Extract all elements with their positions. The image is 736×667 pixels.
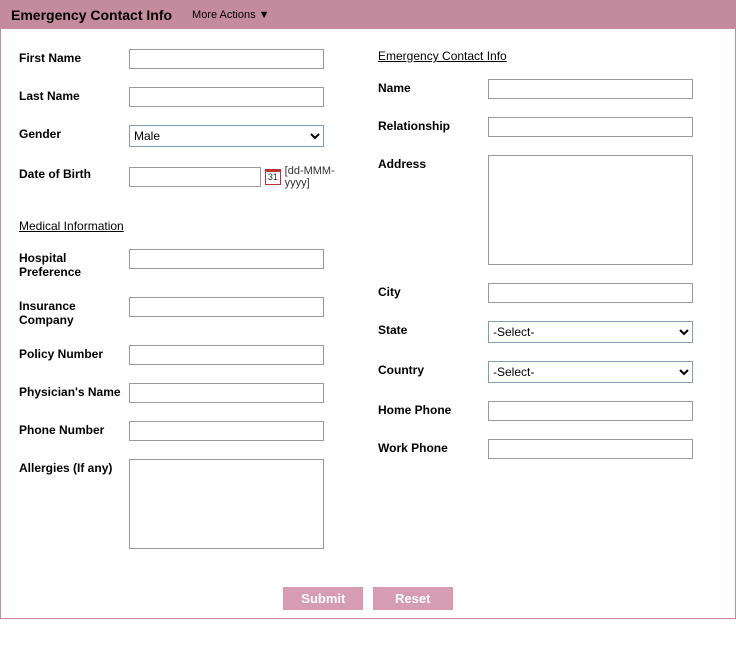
ec-name-input[interactable] xyxy=(488,79,693,99)
first-name-input[interactable] xyxy=(129,49,324,69)
submit-button[interactable]: Submit xyxy=(283,587,363,610)
ec-home-phone-label: Home Phone xyxy=(378,401,488,417)
ec-address-textarea[interactable] xyxy=(488,155,693,265)
hospital-pref-label: Hospital Preference xyxy=(19,249,129,279)
page-title: Emergency Contact Info xyxy=(11,1,172,29)
hospital-pref-input[interactable] xyxy=(129,249,324,269)
ec-home-phone-input[interactable] xyxy=(488,401,693,421)
gender-label: Gender xyxy=(19,125,129,141)
ec-relationship-label: Relationship xyxy=(378,117,488,133)
ec-work-phone-input[interactable] xyxy=(488,439,693,459)
first-name-label: First Name xyxy=(19,49,129,65)
medical-info-heading: Medical Information xyxy=(19,219,358,233)
ec-state-select[interactable]: -Select- xyxy=(488,321,693,343)
ec-city-label: City xyxy=(378,283,488,299)
phone-number-label: Phone Number xyxy=(19,421,129,437)
physician-name-label: Physician's Name xyxy=(19,383,129,399)
phone-number-input[interactable] xyxy=(129,421,324,441)
ec-relationship-input[interactable] xyxy=(488,117,693,137)
ec-country-label: Country xyxy=(378,361,488,377)
right-column: Emergency Contact Info Name Relationship… xyxy=(378,49,717,567)
allergies-label: Allergies (If any) xyxy=(19,459,129,475)
header-bar: Emergency Contact Info More Actions ▼ xyxy=(1,1,735,29)
ec-city-input[interactable] xyxy=(488,283,693,303)
insurance-co-input[interactable] xyxy=(129,297,324,317)
more-actions-dropdown[interactable]: More Actions ▼ xyxy=(192,1,270,29)
emergency-contact-heading: Emergency Contact Info xyxy=(378,49,717,63)
form-container: Emergency Contact Info More Actions ▼ Fi… xyxy=(0,0,736,619)
insurance-co-label: Insurance Company xyxy=(19,297,129,327)
ec-name-label: Name xyxy=(378,79,488,95)
form-body: First Name Last Name Gender Male Date of… xyxy=(1,29,735,577)
dob-input[interactable] xyxy=(129,167,261,187)
gender-select[interactable]: Male xyxy=(129,125,324,147)
policy-number-input[interactable] xyxy=(129,345,324,365)
ec-address-label: Address xyxy=(378,155,488,171)
physician-name-input[interactable] xyxy=(129,383,324,403)
reset-button[interactable]: Reset xyxy=(373,587,453,610)
dob-format-hint: [dd-MMM-yyyy] xyxy=(285,165,358,189)
ec-country-select[interactable]: -Select- xyxy=(488,361,693,383)
ec-state-label: State xyxy=(378,321,488,337)
left-column: First Name Last Name Gender Male Date of… xyxy=(19,49,358,567)
dob-label: Date of Birth xyxy=(19,165,129,181)
last-name-input[interactable] xyxy=(129,87,324,107)
ec-work-phone-label: Work Phone xyxy=(378,439,488,455)
last-name-label: Last Name xyxy=(19,87,129,103)
policy-number-label: Policy Number xyxy=(19,345,129,361)
calendar-icon[interactable]: 31 xyxy=(265,169,281,185)
footer-bar: Submit Reset xyxy=(1,577,735,618)
allergies-textarea[interactable] xyxy=(129,459,324,549)
